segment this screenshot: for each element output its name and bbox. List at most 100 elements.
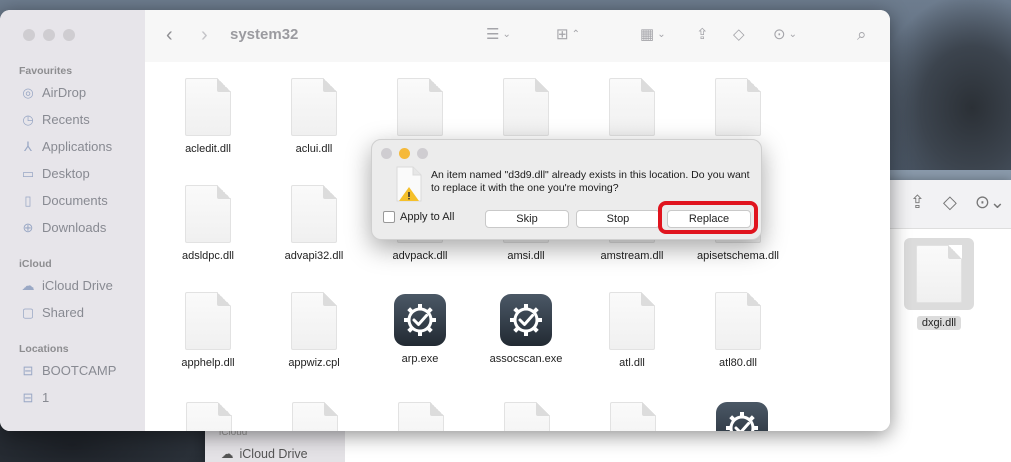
- window-title: system32: [230, 26, 299, 43]
- replace-button-highlight: [658, 201, 758, 234]
- file-label: arp.exe: [401, 353, 439, 365]
- file-label: amstream.dll: [600, 250, 664, 262]
- document-file-icon: [715, 78, 761, 136]
- minimize-button[interactable]: [43, 29, 55, 41]
- document-file-icon: [503, 78, 549, 136]
- tag-icon[interactable]: ◇: [733, 25, 745, 43]
- file-item[interactable]: atl80.dll: [688, 292, 788, 369]
- airdrop-icon: ◎: [22, 84, 34, 100]
- document-file-icon: [291, 292, 337, 350]
- sidebar-item-label: Shared: [42, 305, 84, 320]
- search-icon[interactable]: ⌕: [857, 25, 867, 45]
- file-label: assocscan.exe: [489, 353, 563, 365]
- file-item[interactable]: advapi32.dll: [264, 185, 364, 262]
- file-item[interactable]: [610, 402, 656, 431]
- file-item[interactable]: [716, 402, 768, 431]
- file-item[interactable]: [582, 78, 682, 143]
- desktop-icon: ▭: [21, 165, 35, 181]
- group-icon[interactable]: ▦ ⌄: [640, 25, 666, 43]
- file-item[interactable]: [186, 402, 232, 431]
- clock-icon: ◷: [22, 111, 34, 127]
- document-file-icon: [610, 402, 656, 431]
- back-arrow-icon[interactable]: ‹: [166, 24, 173, 47]
- dialog-close-button[interactable]: [381, 148, 392, 159]
- file-item[interactable]: [476, 78, 576, 143]
- sidebar-item-airdrop[interactable]: ◎ AirDrop: [21, 84, 86, 101]
- apply-to-all-checkbox[interactable]: Apply to All: [383, 211, 454, 223]
- app-gear-icon: [500, 294, 552, 346]
- sidebar-item-downloads[interactable]: ⊕ Downloads: [21, 219, 107, 236]
- sidebar-item-recents[interactable]: ◷ Recents: [21, 111, 90, 128]
- sidebar-item-applications[interactable]: ⅄ Applications: [21, 138, 113, 155]
- sidebar-item-label: Documents: [42, 193, 108, 208]
- zoom-button[interactable]: [63, 29, 75, 41]
- file-item[interactable]: acledit.dll: [158, 78, 258, 155]
- file-item[interactable]: [292, 402, 338, 431]
- document-file-icon: [398, 402, 444, 431]
- file-label: acledit.dll: [185, 143, 231, 155]
- sidebar-section-locations: Locations: [19, 343, 69, 355]
- file-item[interactable]: [398, 402, 444, 431]
- dialog-zoom-button[interactable]: [417, 148, 428, 159]
- sidebar-item-label: Downloads: [42, 220, 107, 235]
- document-file-icon: [186, 402, 232, 431]
- forward-arrow-icon[interactable]: ›: [201, 24, 208, 47]
- file-item[interactable]: atl.dll: [582, 292, 682, 369]
- checkbox-box[interactable]: [383, 211, 395, 223]
- cloud-icon: ☁: [21, 277, 35, 293]
- file-item[interactable]: adsldpc.dll: [158, 185, 258, 262]
- sidebar-item-label: Applications: [42, 139, 113, 154]
- file-label: amsi.dll: [507, 250, 545, 262]
- window-controls: [23, 29, 75, 41]
- warning-icon: [395, 166, 423, 202]
- file-row-partial: [145, 398, 890, 431]
- file-item[interactable]: [504, 402, 550, 431]
- app-gear-icon: [716, 402, 768, 431]
- file-item[interactable]: aclui.dll: [264, 78, 364, 155]
- file-item[interactable]: appwiz.cpl: [264, 292, 364, 369]
- close-button[interactable]: [23, 29, 35, 41]
- tag-icon[interactable]: ◇: [943, 192, 957, 213]
- file-label: advapi32.dll: [284, 250, 344, 262]
- document-file-icon: [185, 78, 231, 136]
- applications-icon: ⅄: [24, 138, 32, 154]
- grid-view-icon[interactable]: ⊞ ⌃: [556, 25, 580, 43]
- file-item[interactable]: [370, 78, 470, 143]
- share-icon[interactable]: ⇪: [910, 192, 925, 213]
- more-options-icon[interactable]: ⊙⌄: [975, 192, 1005, 213]
- more-options-icon[interactable]: ⊙⌄: [773, 25, 797, 43]
- document-icon: ▯: [24, 192, 32, 208]
- file-item[interactable]: assocscan.exe: [476, 292, 576, 365]
- download-icon: ⊕: [22, 219, 34, 235]
- file-label: advpack.dll: [392, 250, 448, 262]
- cloud-icon: ☁: [221, 447, 234, 461]
- sidebar-item-icloud-drive[interactable]: ☁ iCloud Drive: [21, 277, 113, 294]
- file-label: dxgi.dll: [916, 316, 962, 330]
- sidebar-item-disk-1[interactable]: ⊟ 1: [21, 389, 50, 406]
- checkbox-label: Apply to All: [400, 211, 455, 223]
- shared-folder-icon: ▢: [21, 304, 35, 320]
- file-item[interactable]: arp.exe: [370, 292, 470, 365]
- skip-button[interactable]: Skip: [485, 210, 569, 228]
- file-label: adsldpc.dll: [182, 250, 234, 262]
- document-file-icon: [916, 245, 962, 303]
- dialog-minimize-button[interactable]: [399, 148, 410, 159]
- sidebar-item-documents[interactable]: ▯ Documents: [21, 192, 108, 209]
- document-file-icon: [291, 78, 337, 136]
- disk-icon: ⊟: [22, 389, 34, 405]
- sidebar-item-desktop[interactable]: ▭ Desktop: [21, 165, 90, 182]
- list-view-icon[interactable]: ☰ ⌄: [486, 25, 511, 43]
- sidebar-item-shared[interactable]: ▢ Shared: [21, 304, 84, 321]
- document-file-icon: [609, 292, 655, 350]
- sidebar-item-label: Recents: [42, 112, 90, 127]
- wallpaper-cliff: [881, 0, 1011, 180]
- disk-icon: ⊟: [22, 362, 34, 378]
- back-sidebar-item-icloud-drive[interactable]: ☁ iCloud Drive: [221, 446, 308, 462]
- sidebar: Favourites ◎ AirDrop ◷ Recents ⅄ Applica…: [0, 10, 145, 431]
- file-item[interactable]: apphelp.dll: [158, 292, 258, 369]
- stop-button[interactable]: Stop: [576, 210, 660, 228]
- document-file-icon: [715, 292, 761, 350]
- share-icon[interactable]: ⇪: [696, 25, 709, 43]
- file-item-dxgi[interactable]: dxgi.dll: [904, 238, 974, 331]
- sidebar-item-bootcamp[interactable]: ⊟ BOOTCAMP: [21, 362, 117, 379]
